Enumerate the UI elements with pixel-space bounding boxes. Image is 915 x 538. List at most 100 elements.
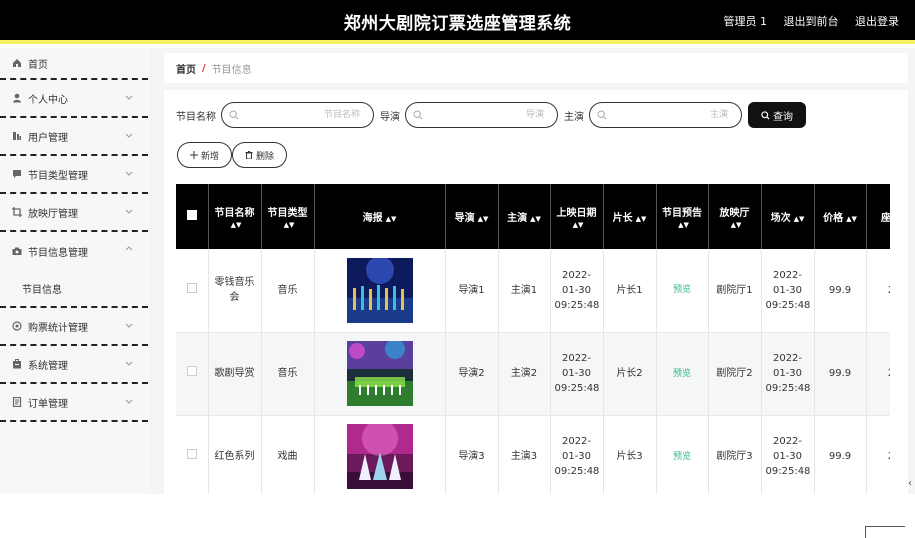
col-header[interactable]: 片长 ▲▼ bbox=[603, 184, 657, 249]
sidebar-item-users[interactable]: 用户管理 bbox=[0, 118, 148, 156]
sidebar-item-label: 用户管理 bbox=[28, 132, 68, 144]
home-icon bbox=[13, 59, 21, 67]
cell-date: 2022-01-30 09:25:48 bbox=[550, 249, 604, 333]
logout-link[interactable]: 退出登录 bbox=[855, 15, 899, 28]
toolbar: 新增 删除 bbox=[177, 142, 288, 168]
cell-poster bbox=[314, 415, 446, 494]
corner-widget bbox=[865, 526, 905, 538]
actor-input[interactable] bbox=[610, 103, 728, 127]
sidebar-item-ticket-stats[interactable]: 购票统计管理 bbox=[0, 308, 148, 346]
col-header[interactable]: 主演 ▲▼ bbox=[498, 184, 551, 249]
preview-link[interactable]: 预览 bbox=[673, 285, 691, 295]
sidebar-item-home[interactable]: 首页 bbox=[0, 48, 148, 80]
poster-image bbox=[346, 341, 413, 406]
row-checkbox[interactable] bbox=[186, 282, 197, 293]
camera-icon bbox=[12, 247, 22, 255]
trash-icon bbox=[245, 151, 253, 159]
breadcrumb-home[interactable]: 首页 bbox=[176, 61, 196, 76]
cell-poster bbox=[314, 332, 446, 416]
user-icon bbox=[13, 93, 21, 103]
cell-poster bbox=[314, 249, 446, 333]
select-all-checkbox[interactable] bbox=[186, 210, 197, 220]
search-icon bbox=[413, 110, 423, 120]
col-header[interactable]: 节目类型 ▲▼ bbox=[261, 184, 315, 249]
sidebar-item-label: 放映厅管理 bbox=[28, 208, 78, 220]
users-icon bbox=[13, 132, 21, 140]
col-header[interactable]: 座位 bbox=[866, 184, 890, 249]
row-checkbox[interactable] bbox=[186, 449, 197, 459]
actor-label: 主演 bbox=[564, 111, 584, 123]
row-select-cell bbox=[176, 415, 209, 494]
col-header[interactable]: 放映厅 ▲▼ bbox=[708, 184, 762, 249]
chevron-down-icon bbox=[125, 133, 133, 138]
sidebar-item-orders[interactable]: 订单管理 bbox=[0, 384, 148, 422]
query-button[interactable]: 查询 bbox=[748, 102, 806, 128]
director-label: 导演 bbox=[380, 111, 400, 123]
preview-link[interactable]: 预览 bbox=[673, 452, 691, 462]
row-checkbox[interactable] bbox=[186, 366, 197, 376]
cell-hall: 剧院厅1 bbox=[708, 249, 762, 333]
sidebar-item-program-type[interactable]: 节目类型管理 bbox=[0, 156, 148, 194]
cell-trailer: 预览 bbox=[656, 332, 709, 416]
doc-icon bbox=[12, 397, 22, 407]
director-input[interactable] bbox=[426, 103, 544, 127]
cell-director: 导演1 bbox=[445, 249, 499, 333]
sidebar-subitem-program-info[interactable]: 节目信息 bbox=[0, 270, 148, 308]
sidebar-item-label: 订单管理 bbox=[28, 398, 68, 410]
chevron-down-icon bbox=[125, 323, 133, 328]
col-header[interactable]: 节目预告 ▲▼ bbox=[656, 184, 709, 249]
table-header-row: 节目名称 ▲▼ 节目类型 ▲▼ 海报 ▲▼ 导演 ▲▼ 主演 ▲▼ 上映日期 ▲▼ 片长 ▲▼… bbox=[176, 184, 890, 249]
sidebar-item-personal[interactable]: 个人中心 bbox=[0, 80, 148, 118]
header-actions: 管理员 1 退出到前台 退出登录 bbox=[711, 13, 900, 29]
cell-name: 红色系列 bbox=[208, 415, 262, 494]
table-row[interactable]: 歌剧导赏 音乐 导演2 主演2 2022-01-30 09:25:48 片长2 … bbox=[176, 332, 890, 416]
table-row[interactable]: 红色系列 戏曲 导演3 主演3 2022-01-30 09:25:48 片长3 … bbox=[176, 415, 890, 494]
breadcrumb-current: 节目信息 bbox=[211, 64, 252, 76]
cell-name: 零钱音乐会 bbox=[208, 249, 262, 333]
cell-hall: 剧院厅3 bbox=[708, 415, 762, 494]
sort-icon: ▲▼ bbox=[530, 215, 541, 223]
case-icon bbox=[13, 359, 21, 369]
chevron-left-icon[interactable]: ‹ bbox=[908, 478, 912, 489]
cell-price: 99.9 bbox=[814, 249, 867, 333]
preview-link[interactable]: 预览 bbox=[673, 369, 691, 379]
search-bar: 节目名称 导演 主演 查询 bbox=[176, 102, 806, 128]
chevron-up-icon bbox=[125, 246, 133, 251]
cell-type: 音乐 bbox=[261, 332, 315, 416]
frontend-link[interactable]: 退出到前台 bbox=[784, 15, 839, 28]
chevron-down-icon bbox=[125, 361, 133, 366]
cell-price: 99.9 bbox=[814, 415, 867, 494]
table-row[interactable]: 零钱音乐会 音乐 导演1 主演1 2022-01-30 09:25:48 片长1… bbox=[176, 249, 890, 333]
sidebar: 首页 个人中心 用户管理 节目类型管理 放映厅管理 节目信息管理 节目信息 购票… bbox=[0, 48, 150, 494]
sidebar-item-program-info[interactable]: 节目信息管理 bbox=[0, 232, 148, 270]
delete-button[interactable]: 删除 bbox=[232, 142, 288, 168]
cell-director: 导演3 bbox=[445, 415, 499, 494]
sort-icon: ▲▼ bbox=[477, 215, 489, 223]
cell-actor: 主演3 bbox=[498, 415, 551, 494]
col-header[interactable]: 节目名称 ▲▼ bbox=[208, 184, 262, 249]
col-header[interactable]: 导演 ▲▼ bbox=[445, 184, 499, 249]
add-label: 新增 bbox=[201, 151, 220, 162]
sidebar-item-system[interactable]: 系统管理 bbox=[0, 346, 148, 384]
search-icon bbox=[597, 110, 607, 120]
col-header[interactable]: 海报 ▲▼ bbox=[314, 184, 446, 249]
program-name-input[interactable] bbox=[242, 103, 360, 127]
sort-icon: ▲▼ bbox=[283, 220, 295, 229]
admin-user[interactable]: 管理员 1 bbox=[724, 15, 768, 28]
chat-icon bbox=[13, 170, 21, 178]
col-header[interactable]: 价格 ▲▼ bbox=[814, 184, 867, 249]
col-header[interactable]: 上映日期 ▲▼ bbox=[550, 184, 604, 249]
director-search bbox=[405, 102, 558, 128]
select-all-cell bbox=[176, 184, 209, 249]
sort-icon: ▲▼ bbox=[730, 220, 742, 229]
cell-type: 戏曲 bbox=[261, 415, 315, 494]
add-button[interactable]: 新增 bbox=[177, 142, 233, 168]
col-header[interactable]: 场次 ▲▼ bbox=[761, 184, 815, 249]
sidebar-item-label: 个人中心 bbox=[28, 94, 68, 106]
cell-date: 2022-01-30 09:25:48 bbox=[550, 415, 604, 494]
sort-icon: ▲▼ bbox=[230, 220, 242, 229]
top-header: 郑州大剧院订票选座管理系统 管理员 1 退出到前台 退出登录 bbox=[0, 0, 915, 44]
program-table: 节目名称 ▲▼ 节目类型 ▲▼ 海报 ▲▼ 导演 ▲▼ 主演 ▲▼ 上映日期 ▲▼ 片长 ▲▼… bbox=[176, 184, 890, 494]
sidebar-item-hall[interactable]: 放映厅管理 bbox=[0, 194, 148, 232]
search-icon bbox=[229, 110, 239, 120]
